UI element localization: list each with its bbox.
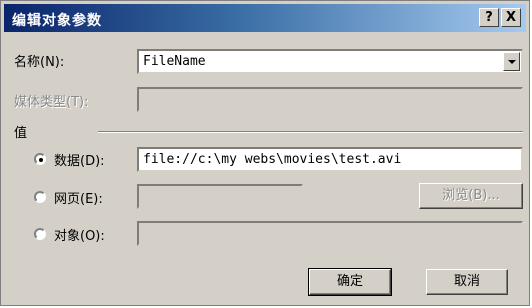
- media-type-label: 媒体类型(T):: [14, 95, 89, 110]
- name-dropdown[interactable]: FileName: [137, 49, 523, 74]
- data-value: file://c:\my webs\movies\test.avi: [143, 152, 402, 167]
- data-label: 数据(D):: [54, 154, 105, 169]
- data-input[interactable]: file://c:\my webs\movies\test.avi: [137, 147, 523, 172]
- help-button[interactable]: ?: [479, 8, 499, 27]
- object-label: 对象(O):: [54, 229, 105, 244]
- ok-button[interactable]: 确定: [308, 268, 392, 296]
- cancel-button[interactable]: 取消: [426, 269, 508, 295]
- edit-object-parameter-dialog: 编辑对象参数 ? X 名称(N): FileName 媒体类型(T): 值 数据…: [0, 0, 530, 306]
- name-label: 名称(N):: [14, 55, 65, 70]
- data-radio[interactable]: [34, 153, 46, 165]
- value-group-label: 值: [14, 126, 28, 141]
- group-separator: [98, 131, 523, 133]
- chevron-down-icon[interactable]: [503, 52, 520, 71]
- media-type-field: [137, 87, 523, 112]
- close-button[interactable]: X: [501, 8, 521, 27]
- browse-button: 浏览(B)...: [419, 183, 523, 209]
- object-input: [137, 221, 523, 246]
- object-radio[interactable]: [34, 228, 46, 240]
- page-label: 网页(E):: [54, 192, 103, 207]
- name-value: FileName: [143, 54, 206, 69]
- window-title: 编辑对象参数: [12, 13, 102, 29]
- title-bar[interactable]: 编辑对象参数 ? X: [4, 4, 526, 32]
- page-input: [137, 184, 303, 209]
- page-radio[interactable]: [34, 191, 46, 203]
